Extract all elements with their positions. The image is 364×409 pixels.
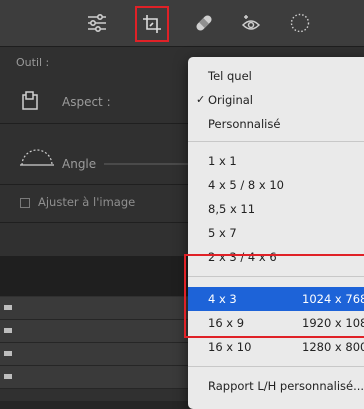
crop-tool-icon[interactable] xyxy=(135,6,169,42)
menu-item-as-shot[interactable]: Tel quel xyxy=(188,64,364,88)
menu-item-label: Rapport L/H personnalisé... xyxy=(208,379,364,393)
menu-item-label: 1 x 1 xyxy=(208,154,237,168)
tool-label: Outil : xyxy=(16,56,50,69)
aspect-dropdown-menu: Tel quel ✓ Original Personnalisé 1 x 1 4 … xyxy=(188,57,364,409)
aspect-label: Aspect : xyxy=(62,95,111,109)
menu-item-custom[interactable]: Personnalisé xyxy=(188,112,364,136)
sliders-icon[interactable] xyxy=(82,8,112,38)
menu-item-custom-ratio[interactable]: Rapport L/H personnalisé... xyxy=(188,374,364,398)
angle-slider-track[interactable] xyxy=(104,163,188,165)
panel-toggle-icon xyxy=(4,351,12,356)
panel-toggle-icon xyxy=(4,374,12,379)
menu-item-label: Tel quel xyxy=(208,69,252,83)
develop-toolbar xyxy=(0,0,364,47)
panel-toggle-icon xyxy=(4,305,12,310)
menu-item-label: 4 x 5 / 8 x 10 xyxy=(208,178,285,192)
angle-label: Angle xyxy=(62,157,97,171)
radial-filter-icon[interactable] xyxy=(285,8,315,38)
menu-item-label: Personnalisé xyxy=(208,117,281,131)
menu-separator xyxy=(188,366,364,367)
menu-item-label: Original xyxy=(208,93,254,107)
healing-bandage-icon[interactable] xyxy=(189,8,219,38)
menu-separator xyxy=(188,141,364,142)
checkmark-icon: ✓ xyxy=(196,93,206,106)
menu-item-4x5[interactable]: 4 x 5 / 8 x 10 xyxy=(188,173,364,197)
panel-toggle-icon xyxy=(4,328,12,333)
angle-dial-icon[interactable] xyxy=(20,149,54,171)
menu-item-resolution: 1280 x 800 xyxy=(302,340,364,354)
menu-item-8-5x11[interactable]: 8,5 x 11 xyxy=(188,197,364,221)
menu-item-1x1[interactable]: 1 x 1 xyxy=(188,149,364,173)
fit-image-label: Ajuster à l'image xyxy=(38,195,136,209)
menu-item-5x7[interactable]: 5 x 7 xyxy=(188,221,364,245)
menu-item-original[interactable]: ✓ Original xyxy=(188,88,364,112)
fit-image-checkbox[interactable] xyxy=(20,198,30,208)
menu-item-label: 5 x 7 xyxy=(208,226,237,240)
menu-item-label: 8,5 x 11 xyxy=(208,202,256,216)
red-eye-icon[interactable] xyxy=(236,8,266,38)
annotation-highlight-box xyxy=(184,254,364,338)
menu-item-16x10[interactable]: 16 x 10 1280 x 800 xyxy=(188,335,364,359)
aspect-lock-icon[interactable] xyxy=(20,90,42,116)
menu-item-label: 16 x 10 xyxy=(208,340,252,354)
